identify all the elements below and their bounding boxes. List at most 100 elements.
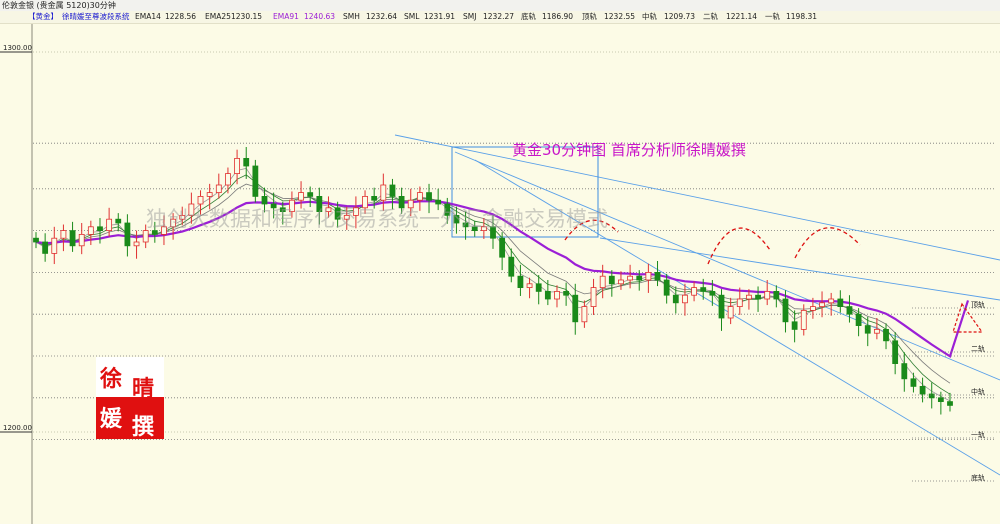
candle — [234, 149, 240, 185]
candle — [846, 295, 853, 323]
candlesticks — [33, 147, 953, 415]
candle-body — [261, 195, 268, 205]
candle — [599, 264, 606, 299]
candle — [252, 159, 259, 203]
candle — [380, 173, 387, 211]
candle-body — [563, 290, 570, 296]
candle — [215, 173, 222, 199]
candle-body — [298, 192, 304, 201]
candle-body — [426, 192, 432, 201]
candle-body — [864, 325, 871, 334]
candle-body — [682, 294, 688, 304]
candle-body — [910, 378, 917, 387]
candle-body — [810, 306, 816, 311]
candle-body — [60, 230, 67, 239]
price-chart[interactable]: 1300.00 1200.00 顶轨二轨中轨一轨底轨 独创大数据和程序化交易系统… — [0, 0, 1000, 524]
ema-fast-line — [35, 167, 951, 402]
candle — [60, 224, 67, 252]
candle-body — [517, 275, 524, 289]
candle-body — [435, 199, 442, 205]
arc-pattern-1 — [707, 227, 771, 265]
candle-body — [755, 294, 761, 300]
candle-body — [672, 294, 679, 304]
candle-body — [700, 287, 707, 292]
candle-body — [892, 340, 899, 364]
candle-body — [919, 385, 926, 395]
candle-body — [544, 290, 551, 300]
candle-body — [307, 192, 314, 197]
trend-channel-lines — [394, 134, 1000, 476]
candle — [51, 226, 58, 265]
candle-body — [746, 294, 752, 300]
candle-body — [937, 397, 944, 402]
candle-body — [234, 157, 240, 174]
candle — [910, 372, 917, 393]
candle — [901, 352, 908, 392]
candle-body — [782, 298, 789, 323]
rail-label-3: 一轨 — [971, 430, 985, 439]
candle-body — [663, 279, 670, 296]
candle-body — [828, 298, 835, 304]
ytick-label-1300: 1300.00 — [3, 44, 32, 52]
candle-body — [928, 393, 935, 399]
candle-body — [709, 290, 716, 296]
candle-body — [69, 230, 76, 247]
support-resistance-levels — [33, 142, 995, 441]
candle — [691, 281, 697, 302]
candle-body — [51, 237, 58, 254]
candle — [627, 264, 633, 289]
candle — [608, 270, 615, 297]
candle-body — [800, 309, 807, 330]
candle — [919, 377, 926, 403]
rail-label-1: 二轨 — [971, 344, 985, 353]
candle-body — [508, 256, 515, 277]
candle-body — [87, 226, 94, 235]
candle-body — [197, 195, 204, 205]
seal-char-2: 晴 — [132, 376, 155, 402]
candle-body — [947, 401, 953, 406]
candle-body — [371, 195, 378, 201]
candle-body — [791, 321, 798, 330]
candle-body — [855, 313, 862, 327]
candle-body — [206, 192, 213, 197]
candle — [535, 275, 542, 305]
candle-body — [819, 302, 825, 307]
seal-char-4: 撰 — [132, 414, 155, 440]
candle-body — [727, 306, 734, 319]
candle — [298, 181, 304, 209]
candle-body — [252, 165, 259, 197]
candle-body — [78, 233, 85, 247]
candle-body — [599, 275, 606, 289]
candle-body — [133, 241, 140, 247]
candle-body — [764, 290, 771, 300]
chart-annotation-title: 黄金30分钟图 首席分析师徐晴媛撰 — [512, 141, 746, 159]
candle — [645, 263, 652, 293]
candle — [837, 290, 844, 313]
candle-body — [691, 287, 697, 296]
candle — [572, 283, 579, 335]
arc-pattern-2 — [794, 227, 861, 259]
candle — [947, 392, 953, 412]
candle-body — [572, 294, 579, 323]
candle — [517, 264, 524, 296]
author-seal-logo: 徐 晴 媛 撰 — [96, 357, 164, 440]
seal-char-3: 媛 — [100, 406, 123, 432]
candle-body — [837, 298, 844, 307]
candle — [581, 300, 588, 328]
ytick-label-1200: 1200.00 — [3, 424, 32, 432]
candle — [124, 214, 131, 257]
candle — [225, 167, 231, 194]
candle-body — [618, 279, 624, 285]
candle — [755, 286, 761, 312]
candle — [526, 277, 533, 299]
candle-body — [873, 328, 880, 334]
candle — [389, 178, 396, 210]
candle — [563, 282, 570, 306]
candle-body — [846, 306, 853, 315]
watermark-text: 独创大数据和程序化交易系统一外汇金融交易模式 — [146, 207, 608, 231]
candle-body — [124, 222, 131, 247]
candle-body — [215, 184, 222, 193]
candle — [243, 147, 250, 179]
candle-body — [380, 184, 387, 201]
candle-body — [645, 271, 652, 281]
